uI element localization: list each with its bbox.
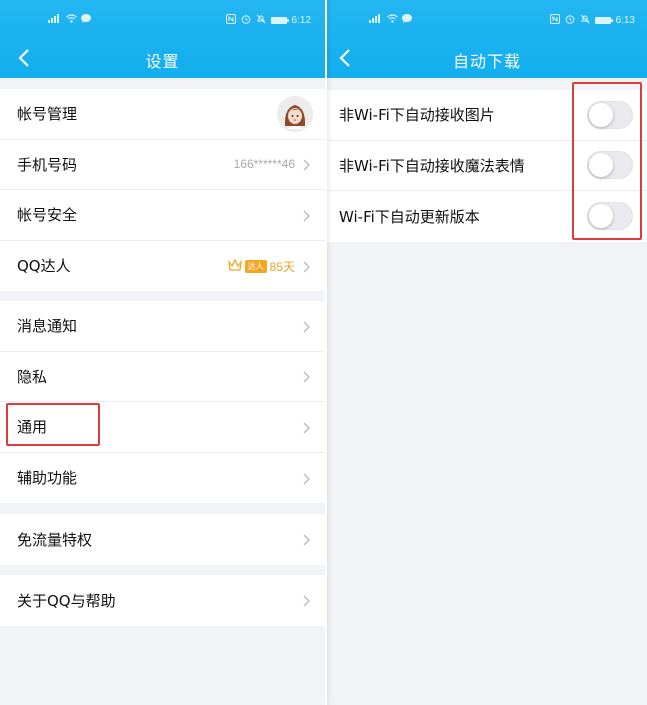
row-accessibility[interactable]: 辅助功能 bbox=[0, 453, 325, 504]
alarm-icon bbox=[565, 14, 575, 27]
row-general[interactable]: 通用 bbox=[0, 402, 325, 453]
page-title: 设置 bbox=[145, 52, 180, 71]
status-bar: 6:13 bbox=[327, 0, 647, 40]
row-about-help[interactable]: 关于QQ与帮助 bbox=[0, 575, 325, 626]
data-free-group: 免流量特权 bbox=[0, 514, 325, 565]
settings-screen: 6:12 设置 帐号管理 手机号码 166******46 帐号安全 QQ达人 … bbox=[0, 0, 327, 705]
row-label: 辅助功能 bbox=[17, 469, 78, 488]
nav-bar: 自动下载 bbox=[327, 40, 647, 78]
wifi-icon bbox=[387, 14, 398, 26]
chat-icon bbox=[81, 14, 91, 26]
chevron-right-icon bbox=[302, 593, 311, 607]
chat-icon bbox=[402, 14, 412, 26]
about-group: 关于QQ与帮助 bbox=[0, 575, 325, 626]
avatar bbox=[277, 95, 313, 132]
row-label: 关于QQ与帮助 bbox=[17, 591, 116, 610]
auto-download-screen: 6:13 自动下载 非Wi-Fi下自动接收图片 非Wi-Fi下自动接收魔法表情 … bbox=[327, 0, 647, 705]
chevron-right-icon bbox=[302, 208, 311, 222]
row-data-free-privilege[interactable]: 免流量特权 bbox=[0, 514, 325, 565]
row-label: 通用 bbox=[17, 418, 48, 437]
phone-number-value: 166******46 bbox=[233, 157, 295, 172]
row-auto-receive-magic-emoji: 非Wi-Fi下自动接收魔法表情 bbox=[327, 141, 647, 191]
chevron-right-icon bbox=[302, 157, 311, 171]
battery-icon bbox=[270, 17, 289, 24]
signal-icon bbox=[369, 14, 383, 26]
row-label: 免流量特权 bbox=[17, 530, 93, 549]
row-privacy[interactable]: 隐私 bbox=[0, 352, 325, 402]
row-label: 手机号码 bbox=[17, 155, 78, 174]
header-bar: 6:12 设置 bbox=[0, 0, 325, 78]
toggle-auto-receive-images[interactable] bbox=[587, 100, 633, 129]
chevron-right-icon bbox=[302, 259, 311, 273]
mute-icon bbox=[256, 14, 266, 27]
header-bar: 6:13 自动下载 bbox=[327, 0, 647, 78]
toggle-auto-receive-magic-emoji[interactable] bbox=[587, 151, 633, 180]
signal-icon bbox=[48, 14, 62, 26]
auto-download-group: 非Wi-Fi下自动接收图片 非Wi-Fi下自动接收魔法表情 Wi-Fi下自动更新… bbox=[327, 90, 647, 242]
nfc-icon bbox=[549, 14, 560, 27]
toggle-knob bbox=[589, 102, 613, 127]
row-notifications[interactable]: 消息通知 bbox=[0, 301, 325, 352]
status-time: 6:13 bbox=[615, 15, 635, 26]
toggle-auto-update-version[interactable] bbox=[587, 202, 633, 231]
row-account-security[interactable]: 帐号安全 bbox=[0, 190, 325, 241]
qq-expert-badge: 达人 85天 bbox=[227, 257, 295, 276]
alarm-icon bbox=[241, 14, 251, 27]
status-icons-right: 6:13 bbox=[549, 14, 635, 27]
status-icons-left bbox=[48, 14, 91, 26]
row-label: 帐号安全 bbox=[17, 206, 78, 225]
status-icons-right: 6:12 bbox=[225, 14, 311, 27]
expert-days: 85天 bbox=[269, 259, 295, 274]
row-auto-update-version: Wi-Fi下自动更新版本 bbox=[327, 191, 647, 242]
chevron-right-icon bbox=[302, 471, 311, 485]
row-label: 非Wi-Fi下自动接收图片 bbox=[339, 106, 495, 125]
row-phone-number[interactable]: 手机号码 166******46 bbox=[0, 140, 325, 190]
chevron-right-icon bbox=[302, 420, 311, 434]
row-label: 消息通知 bbox=[17, 317, 78, 336]
nav-bar: 设置 bbox=[0, 40, 325, 78]
row-qq-expert[interactable]: QQ达人 达人 85天 bbox=[0, 241, 325, 292]
chevron-right-icon bbox=[302, 369, 311, 383]
row-auto-receive-images: 非Wi-Fi下自动接收图片 bbox=[327, 90, 647, 141]
row-account-management[interactable]: 帐号管理 bbox=[0, 89, 325, 140]
row-label: QQ达人 bbox=[17, 257, 71, 276]
nfc-icon bbox=[225, 14, 236, 27]
page-title: 自动下载 bbox=[452, 52, 521, 71]
expert-crown-icon bbox=[227, 257, 242, 276]
wifi-icon bbox=[66, 14, 77, 26]
row-label: Wi-Fi下自动更新版本 bbox=[339, 207, 480, 226]
mute-icon bbox=[580, 14, 590, 27]
chevron-right-icon bbox=[302, 319, 311, 333]
toggle-knob bbox=[589, 153, 613, 178]
row-label: 隐私 bbox=[17, 367, 48, 386]
row-label: 帐号管理 bbox=[17, 105, 78, 124]
general-group: 消息通知 隐私 通用 辅助功能 bbox=[0, 301, 325, 503]
battery-icon bbox=[594, 17, 613, 24]
expert-badge-label: 达人 bbox=[244, 259, 267, 273]
status-icons-left bbox=[369, 14, 412, 26]
status-time: 6:12 bbox=[291, 15, 311, 26]
row-label: 非Wi-Fi下自动接收魔法表情 bbox=[339, 156, 525, 175]
status-bar: 6:12 bbox=[0, 0, 325, 40]
account-group: 帐号管理 手机号码 166******46 帐号安全 QQ达人 达人 85天 bbox=[0, 89, 325, 291]
chevron-right-icon bbox=[302, 532, 311, 546]
toggle-knob bbox=[589, 204, 613, 229]
